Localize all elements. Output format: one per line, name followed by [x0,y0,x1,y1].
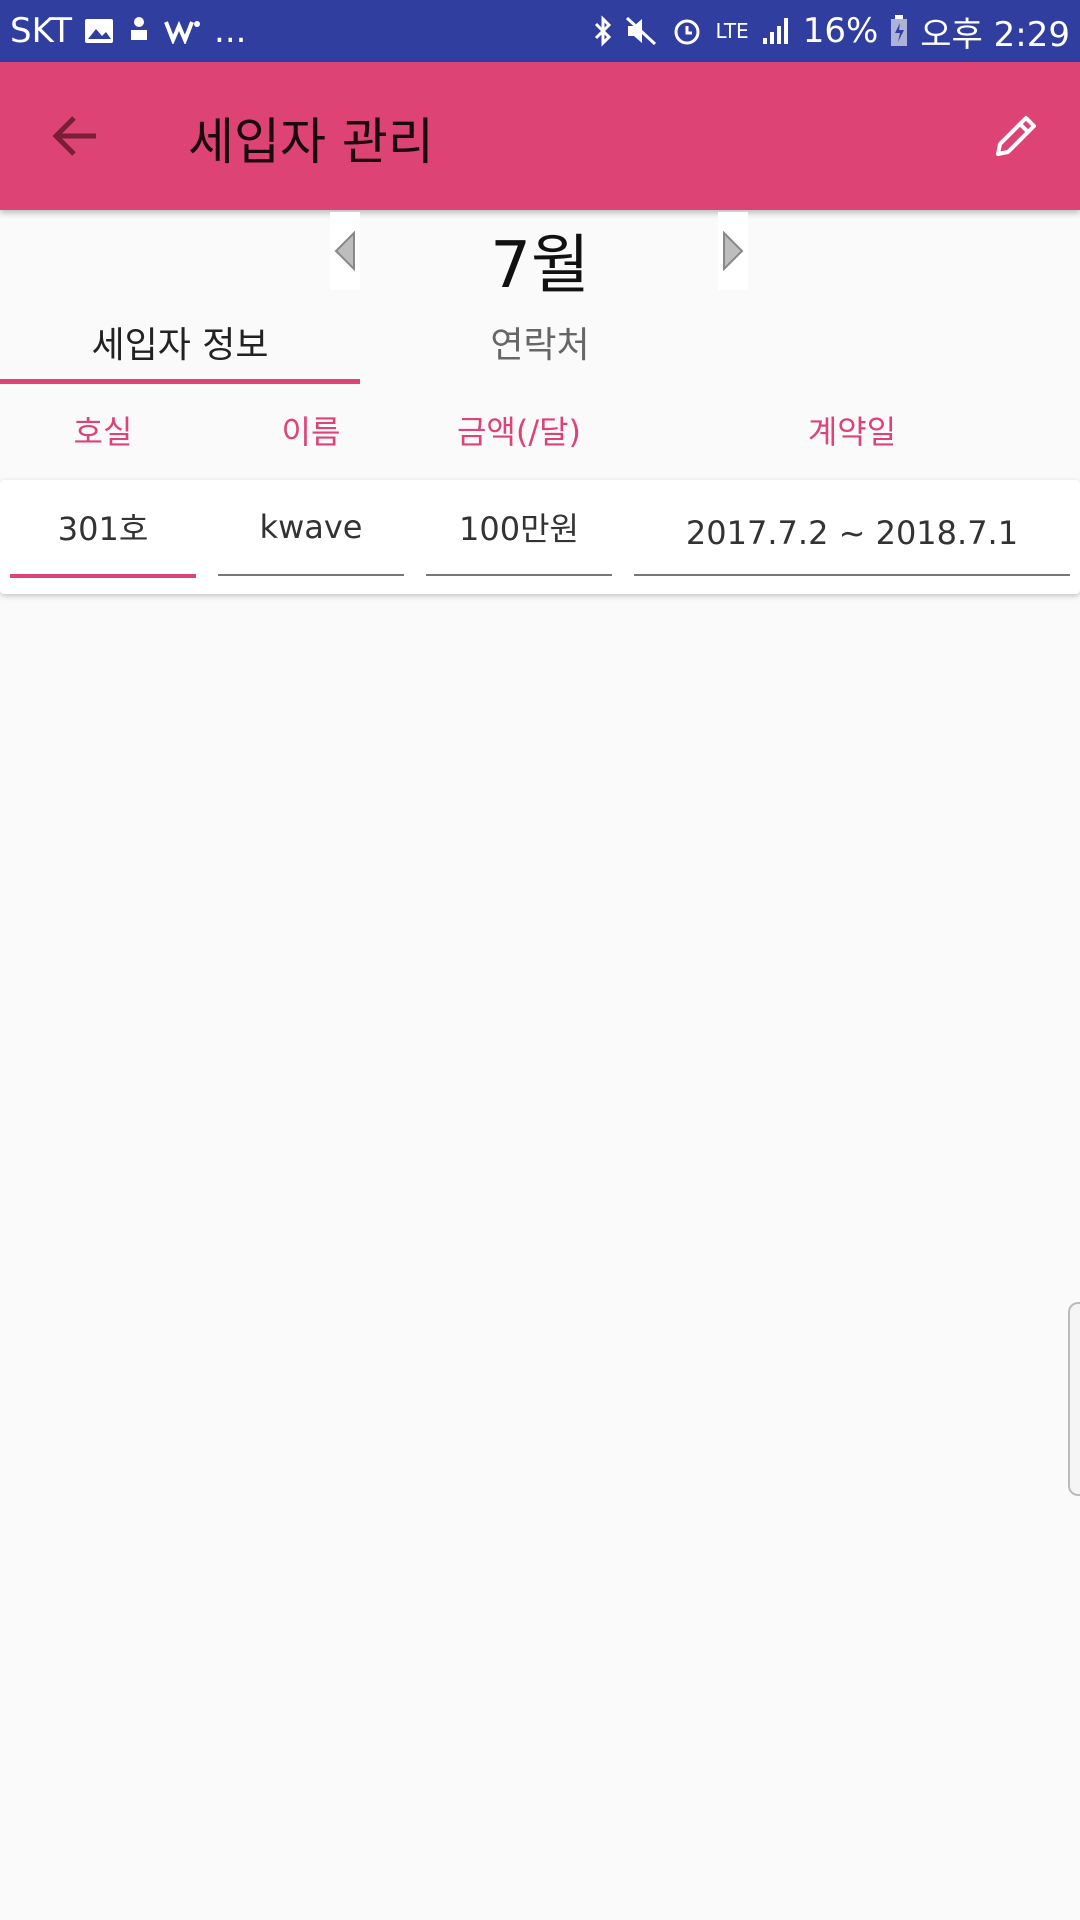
back-arrow-icon [52,116,96,156]
status-left: SKT ... [0,11,256,51]
header-room: 호실 [73,413,133,451]
carrier-label: SKT [10,11,73,51]
header-name: 이름 [281,413,341,451]
app-notification-icon [126,16,152,46]
tab-bar: 세입자 정보 연락처 [0,300,1080,384]
app-bar: 세입자 관리 [0,62,1080,210]
triangle-right-icon [723,230,744,272]
amount-field[interactable]: 100만원 [426,480,612,576]
tenant-row-card: 301호 kwave 100만원 2017.7.2 ~ 2018.7.1 [0,480,1080,594]
status-bar: SKT ... LTE 16% 오후 2:29 [0,0,1080,62]
name-field[interactable]: kwave [218,480,404,576]
pencil-icon [996,116,1036,156]
edge-panel-handle[interactable] [1068,1302,1080,1496]
status-right: LTE 16% 오후 2:29 [583,7,1080,56]
more-notifications-label: ... [214,11,247,51]
month-navigator: 7월 [0,210,1080,303]
room-field[interactable]: 301호 [10,480,196,578]
next-month-button[interactable] [718,212,748,290]
clock-label: 오후 2:29 [920,14,1070,55]
page-title: 세입자 관리 [188,113,434,171]
edit-button[interactable] [980,100,1052,172]
month-label: 7월 [490,229,590,303]
battery-percent: 16% [802,11,879,51]
header-contract-date: 계약일 [807,413,897,451]
gallery-icon [84,18,114,44]
signal-icon [761,16,791,46]
table-header: 호실 이름 금액(/달) 계약일 [0,400,1080,460]
bluetooth-icon [593,15,613,47]
tab-tenant-info[interactable]: 세입자 정보 [0,300,360,384]
network-type-label: LTE [715,19,749,43]
contract-date-field[interactable]: 2017.7.2 ~ 2018.7.1 [634,480,1070,576]
header-amount: 금액(/달) [456,413,582,451]
battery-charging-icon [890,15,908,47]
mute-icon [625,16,659,46]
back-button[interactable] [40,100,112,172]
w-app-icon [164,18,202,44]
tab-contacts[interactable]: 연락처 [360,300,720,384]
alarm-icon [671,15,703,47]
